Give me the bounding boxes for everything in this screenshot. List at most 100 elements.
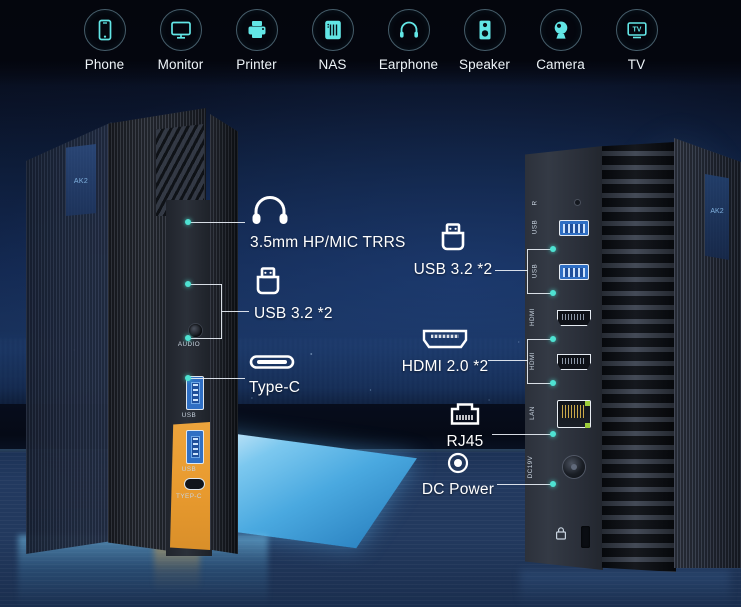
callout-node-rear-usb-bottom	[550, 290, 556, 296]
rear-usb-a-port-top[interactable]	[559, 220, 589, 236]
usb-icon	[254, 266, 333, 301]
callout-usb-rear: USB 3.2 *2	[411, 222, 495, 279]
callout-leader-typec	[190, 378, 245, 380]
lan-led-right	[585, 423, 590, 428]
nas-icon	[311, 9, 354, 51]
speaker-icon	[463, 9, 506, 51]
device-label: Camera	[536, 57, 585, 72]
callout-usb-front: USB 3.2 *2	[254, 266, 333, 323]
monitor-icon	[159, 9, 202, 51]
callout-leader-rj45	[492, 434, 552, 436]
printer-icon	[235, 9, 278, 51]
callout-bracket-rear-usb	[527, 249, 529, 294]
right-unit-brand-plate	[705, 174, 729, 260]
device-label: NAS	[318, 57, 347, 72]
callout-bracket-hdmi	[527, 339, 529, 384]
dc-power-jack[interactable]	[563, 456, 585, 478]
hdmi-port-bottom[interactable]	[557, 354, 591, 370]
device-item-speaker[interactable]: Speaker	[447, 0, 523, 72]
device-label: Printer	[236, 57, 277, 72]
callout-node-hdmi-top	[550, 336, 556, 342]
callout-node-rj45	[550, 431, 556, 437]
typec-icon	[249, 352, 300, 377]
callout-node-typec	[185, 375, 191, 381]
hdmi-top-label: HDMI	[529, 307, 537, 327]
callout-node-rear-usb-top	[550, 246, 556, 252]
callout-node-usb-top	[185, 281, 191, 287]
callout-node-dc-power	[550, 481, 556, 487]
hdmi-icon	[401, 328, 489, 355]
callout-leader-audio	[190, 222, 245, 224]
svg-text:TV: TV	[632, 26, 641, 33]
usb-a-port-bottom[interactable]	[186, 430, 204, 464]
kensington-lock-icon	[555, 526, 567, 540]
power-led-indicator	[575, 200, 580, 205]
tv-icon: TV	[615, 9, 658, 51]
callout-leader-rear-usb-bottom	[527, 293, 552, 295]
right-unit-vent-grille	[602, 142, 676, 572]
device-item-tv[interactable]: TV TV	[599, 0, 675, 72]
device-label: Speaker	[459, 57, 510, 72]
mini-pc-rear-view: AK2 R USB USB HDMI HDMI LAN DC19V	[525, 138, 741, 578]
earphone-icon	[387, 9, 430, 51]
lan-led-left	[585, 401, 590, 406]
phone-icon	[83, 9, 126, 51]
camera-icon	[539, 9, 582, 51]
callout-audio: 3.5mm HP/MIC TRRS	[250, 196, 406, 252]
usb-a-port-top[interactable]	[186, 376, 204, 410]
callout-label-usb-rear: USB 3.2 *2	[413, 261, 493, 278]
callout-leader-usb-main	[221, 311, 249, 313]
right-unit-brand-text: AK2	[710, 208, 724, 215]
callout-label-dc-power: DC Power	[421, 481, 495, 498]
callout-label-typec: Type-C	[249, 379, 301, 396]
rear-usb-bottom-label: USB	[531, 263, 539, 279]
dc-power-icon	[420, 452, 496, 479]
callout-label-hdmi: HDMI 2.0 *2	[401, 358, 489, 375]
reset-port-label: R	[531, 200, 539, 206]
left-unit-right-edge	[210, 114, 238, 554]
compatible-devices-bar: Phone Monitor Printer NAS Earphone Speak…	[0, 0, 741, 86]
device-label: Monitor	[157, 57, 204, 72]
callout-rj45: RJ45	[437, 402, 493, 451]
rj45-icon	[437, 402, 493, 431]
audio-jack-port[interactable]	[189, 324, 202, 337]
device-item-nas[interactable]: NAS	[295, 0, 371, 72]
callout-leader-usb-top	[190, 284, 222, 286]
callout-leader-hdmi-bottom	[527, 383, 552, 385]
callout-leader-hdmi-main	[488, 360, 528, 362]
product-diagram-stage: Phone Monitor Printer NAS Earphone Speak…	[0, 0, 741, 607]
callout-leader-rear-usb-top	[527, 249, 552, 251]
mini-pc-front-view: AK2 AUDIO USB USB TYEP-C	[24, 108, 244, 558]
usb-bottom-port-label: USB	[181, 466, 197, 474]
usb-top-port-label: USB	[181, 412, 197, 420]
audio-port-label: AUDIO	[177, 341, 201, 349]
callout-dc-power: DC Power	[420, 452, 496, 499]
callout-typec: Type-C	[249, 352, 300, 397]
left-unit-brand-text: AK2	[73, 177, 89, 186]
device-item-phone[interactable]: Phone	[67, 0, 143, 72]
hdmi-bottom-label: HDMI	[529, 351, 537, 371]
rear-usb-a-port-bottom[interactable]	[559, 264, 589, 280]
callout-leader-dc-power	[497, 484, 552, 486]
hdmi-port-top[interactable]	[557, 310, 591, 326]
kensington-lock-slot	[581, 526, 590, 548]
lan-port-label: LAN	[529, 406, 537, 420]
typec-port-label: TYEP-C	[176, 493, 202, 501]
callout-label-audio: 3.5mm HP/MIC TRRS	[250, 234, 406, 251]
headphone-icon	[250, 196, 406, 229]
device-item-printer[interactable]: Printer	[219, 0, 295, 72]
usb-c-port[interactable]	[184, 478, 205, 490]
device-label: Earphone	[378, 57, 439, 72]
device-item-camera[interactable]: Camera	[523, 0, 599, 72]
rear-usb-top-label: USB	[531, 219, 539, 235]
callout-hdmi: HDMI 2.0 *2	[401, 328, 489, 376]
callout-label-rj45: RJ45	[446, 433, 484, 450]
device-item-monitor[interactable]: Monitor	[143, 0, 219, 72]
callout-label-usb-front: USB 3.2 *2	[254, 305, 333, 322]
callout-leader-hdmi-top	[527, 339, 552, 341]
dc-port-label: DC19V	[527, 455, 535, 479]
device-item-earphone[interactable]: Earphone	[371, 0, 447, 72]
usb-icon	[411, 222, 495, 257]
device-label: TV	[627, 57, 646, 72]
device-label: Phone	[84, 57, 125, 72]
